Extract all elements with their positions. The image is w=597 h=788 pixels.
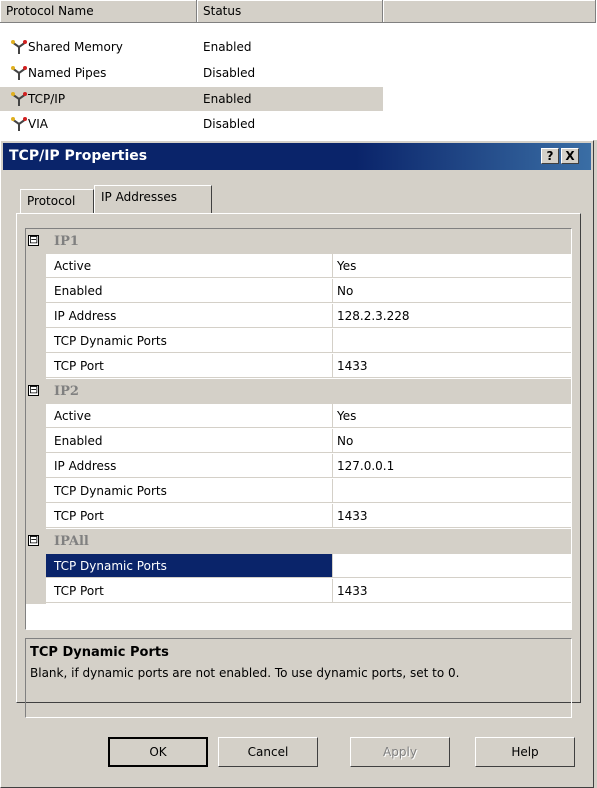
property-value[interactable]: 128.2.3.228 [333,304,571,328]
property-value[interactable]: No [333,429,571,453]
ip-addresses-panel: ⊟ IP1 Active Yes Enabled No IP Address 1… [16,213,581,718]
property-row-enabled[interactable]: Enabled No [26,429,571,454]
group-title: IPAll [54,534,89,549]
group-ip2[interactable]: ⊟ IP2 [26,379,571,404]
description-text: Blank, if dynamic ports are not enabled.… [30,666,460,680]
property-value[interactable]: 1433 [333,354,571,378]
property-value[interactable]: No [333,279,571,303]
description-title: TCP Dynamic Ports [30,645,169,660]
property-value[interactable] [333,479,571,503]
property-row-ip-address[interactable]: IP Address 127.0.0.1 [26,454,571,479]
property-row-tcp-dynamic-ports[interactable]: TCP Dynamic Ports [26,329,571,354]
collapse-icon[interactable]: ⊟ [28,534,39,546]
property-name: TCP Port [46,354,333,378]
protocol-icon [11,92,27,106]
list-item-shared-memory[interactable]: Shared Memory Enabled [0,35,383,59]
dialog-title: TCP/IP Properties [9,148,148,164]
property-grid: ⊟ IP1 Active Yes Enabled No IP Address 1… [25,228,572,630]
tcp-ip-properties-dialog: TCP/IP Properties ? X Protocol IP Addres… [0,140,594,788]
protocol-icon [11,40,27,54]
property-value[interactable]: 127.0.0.1 [333,454,571,478]
protocol-name: Named Pipes [28,66,107,80]
help-button[interactable]: Help [475,737,575,767]
protocol-list: Protocol Name Status Shared Memory Enabl… [0,0,597,140]
property-name: TCP Port [46,504,333,528]
group-title: IP1 [54,234,79,249]
cancel-button[interactable]: Cancel [218,737,318,767]
list-item-named-pipes[interactable]: Named Pipes Disabled [0,61,383,85]
protocol-name: Shared Memory [28,40,123,54]
property-name: TCP Dynamic Ports [46,554,333,578]
property-name: IP Address [46,304,333,328]
tab-ip-addresses[interactable]: IP Addresses [94,185,212,213]
property-value[interactable]: 1433 [333,579,571,603]
property-row-tcp-port[interactable]: TCP Port 1433 [26,504,571,529]
description-pane: TCP Dynamic Ports Blank, if dynamic port… [25,638,572,718]
property-row-active[interactable]: Active Yes [26,404,571,429]
property-name: Active [46,404,333,428]
group-ip1[interactable]: ⊟ IP1 [26,229,571,254]
property-value[interactable]: 1433 [333,504,571,528]
property-value[interactable] [333,329,571,353]
property-row-enabled[interactable]: Enabled No [26,279,571,304]
property-name: TCP Dynamic Ports [46,329,333,353]
property-value[interactable]: Yes [333,254,571,278]
help-icon[interactable]: ? [541,148,559,164]
close-icon[interactable]: X [561,148,579,164]
collapse-icon[interactable]: ⊟ [28,234,39,246]
column-header-empty [383,0,596,23]
property-name: Enabled [46,279,333,303]
column-header-protocol-name[interactable]: Protocol Name [0,0,197,23]
list-item-tcp-ip[interactable]: TCP/IP Enabled [0,87,383,111]
property-name: Active [46,254,333,278]
property-name: IP Address [46,454,333,478]
property-row-tcp-dynamic-ports[interactable]: TCP Dynamic Ports [26,479,571,504]
protocol-status: Enabled [203,92,252,106]
tab-protocol[interactable]: Protocol [20,189,94,213]
protocol-icon [11,117,27,131]
property-value[interactable] [333,554,571,578]
protocol-status: Disabled [203,66,256,80]
list-item-via[interactable]: VIA Disabled [0,112,383,136]
group-title: IP2 [54,384,79,399]
property-name: TCP Dynamic Ports [46,479,333,503]
property-row-ip-address[interactable]: IP Address 128.2.3.228 [26,304,571,329]
ok-button[interactable]: OK [108,737,208,767]
property-name: TCP Port [46,579,333,603]
protocol-icon [11,66,27,80]
apply-button[interactable]: Apply [350,737,450,767]
dialog-title-bar[interactable]: TCP/IP Properties ? X [3,143,591,170]
property-row-tcp-port[interactable]: TCP Port 1433 [26,579,571,604]
property-row-tcp-dynamic-ports-selected[interactable]: TCP Dynamic Ports [26,554,571,579]
property-row-tcp-port[interactable]: TCP Port 1433 [26,354,571,379]
protocol-status: Enabled [203,40,252,54]
protocol-status: Disabled [203,117,256,131]
collapse-icon[interactable]: ⊟ [28,384,39,396]
property-row-active[interactable]: Active Yes [26,254,571,279]
column-header-status[interactable]: Status [197,0,383,23]
protocol-name: TCP/IP [28,92,66,106]
property-value[interactable]: Yes [333,404,571,428]
group-ipall[interactable]: ⊟ IPAll [26,529,571,554]
property-name: Enabled [46,429,333,453]
protocol-name: VIA [28,117,48,131]
